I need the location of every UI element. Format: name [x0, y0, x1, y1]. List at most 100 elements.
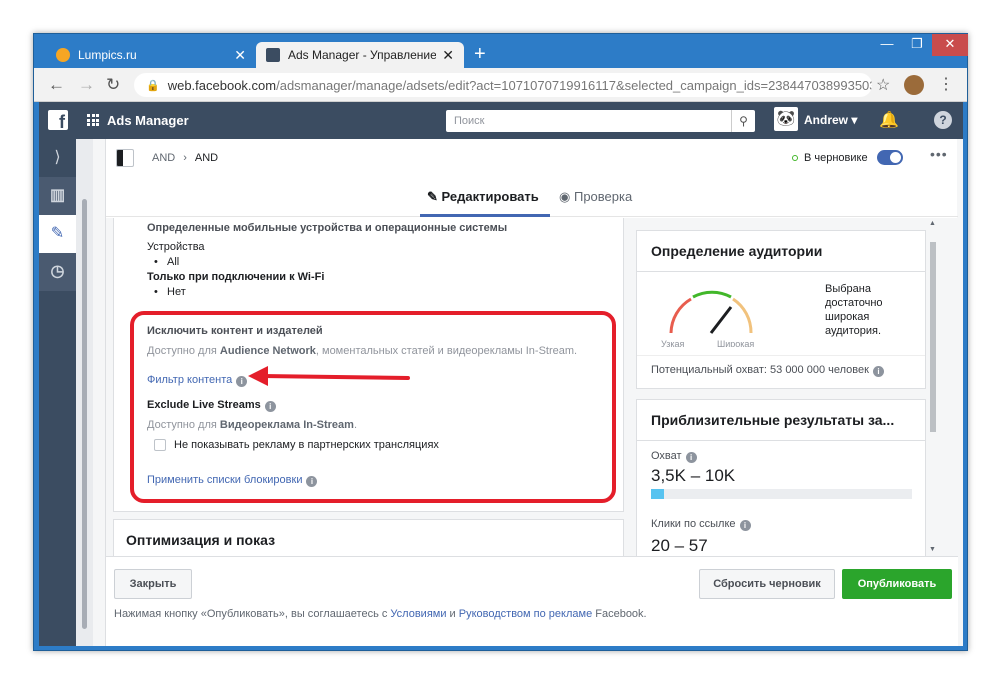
- clicks-label: Клики по ссылке i: [651, 518, 751, 531]
- search-placeholder: Поиск: [454, 115, 485, 127]
- publish-button[interactable]: Опубликовать: [842, 569, 952, 599]
- scroll-thumb[interactable]: [82, 199, 87, 629]
- right-scrollbar[interactable]: ▲ ▼: [926, 218, 940, 556]
- legal-notice: Нажимая кнопку «Опубликовать», вы соглаш…: [114, 608, 647, 620]
- divider: [637, 355, 925, 356]
- minimize-button[interactable]: —: [872, 34, 902, 56]
- user-menu[interactable]: Andrew ▾: [804, 113, 857, 127]
- breadcrumb-campaign[interactable]: AND: [152, 152, 175, 164]
- scroll-up-icon[interactable]: ▲: [929, 220, 936, 227]
- tab-review[interactable]: ◉ Проверка: [559, 189, 632, 205]
- tab-review-label: Проверка: [573, 189, 633, 204]
- legal-prefix: Нажимая кнопку «Опубликовать», вы соглаш…: [114, 608, 391, 620]
- audience-desc-line: аудитория.: [825, 325, 881, 337]
- close-tab-icon[interactable]: ✕: [234, 47, 246, 64]
- close-window-button[interactable]: ✕: [932, 34, 968, 56]
- gauge-yellow-arc: [732, 297, 753, 334]
- audience-definition-card: Определение аудитории Узкая Широкая Выбр…: [636, 230, 926, 389]
- url-domain: web.facebook.com: [167, 77, 277, 93]
- url-field[interactable]: 🔒 web.facebook.com/adsmanager/manage/ads…: [134, 73, 872, 97]
- draft-status-label: В черновике: [804, 152, 868, 164]
- potential-reach-text: Потенциальный охват: 53 000 000 человек: [651, 364, 869, 376]
- browser-tab-ads-manager[interactable]: Ads Manager - Управление рек ✕: [256, 42, 464, 68]
- maximize-button[interactable]: ❐: [902, 34, 932, 56]
- app-name[interactable]: Ads Manager: [107, 113, 189, 128]
- reach-label-text: Охват: [651, 450, 682, 462]
- edit-tabs: ✎ Редактировать ◉ Проверка: [106, 181, 958, 217]
- results-title: Приблизительные результаты за...: [651, 412, 895, 428]
- terms-link[interactable]: Условиями: [390, 608, 446, 620]
- audience-gauge: Узкая Широкая: [661, 290, 754, 347]
- clock-icon[interactable]: ◷: [39, 253, 76, 291]
- tab-edit-label: Редактировать: [441, 189, 539, 204]
- facebook-top-bar: f Ads Manager Поиск ⚲ 🐼 Andrew ▾ 🔔 ?: [39, 102, 963, 139]
- more-options-icon[interactable]: •••: [930, 146, 948, 162]
- tab-edit[interactable]: ✎ Редактировать: [427, 189, 539, 205]
- gauge-green-arc: [692, 290, 732, 299]
- devices-heading: Определенные мобильные устройства и опер…: [147, 222, 508, 234]
- tab-title: Ads Manager - Управление рек: [288, 48, 437, 62]
- pencil-icon[interactable]: ✎: [39, 215, 76, 253]
- legal-and: и: [446, 608, 459, 620]
- browser-tab-lumpics[interactable]: Lumpics.ru ✕: [46, 42, 256, 68]
- tab-strip: Lumpics.ru ✕ Ads Manager - Управление ре…: [34, 34, 968, 68]
- left-scrollbar[interactable]: [76, 139, 93, 646]
- bookmark-star-icon[interactable]: ☆: [876, 75, 890, 95]
- info-icon[interactable]: i: [739, 520, 751, 531]
- active-tab-underline: [420, 214, 550, 217]
- reach-value: 3,5K – 10K: [651, 466, 736, 485]
- forward-icon[interactable]: →: [78, 76, 95, 94]
- audience-title: Определение аудитории: [651, 243, 823, 259]
- reload-icon[interactable]: ↻: [106, 76, 120, 94]
- user-avatar[interactable]: 🐼: [774, 107, 798, 131]
- search-icon[interactable]: ⚲: [731, 110, 755, 132]
- optimization-title: Оптимизация и показ: [126, 532, 276, 548]
- estimated-results-card: Приблизительные результаты за... Охват i …: [636, 399, 926, 556]
- info-icon[interactable]: i: [872, 366, 884, 377]
- divider: [637, 271, 925, 272]
- help-icon[interactable]: ?: [934, 111, 952, 129]
- browser-menu-icon[interactable]: ⋮: [938, 74, 954, 94]
- ads-manager-favicon-icon: [266, 48, 280, 62]
- left-nav: ⟩ ▥ ✎ ◷: [39, 139, 76, 646]
- profile-avatar[interactable]: [904, 75, 924, 95]
- divider: [637, 440, 925, 441]
- adset-toggle[interactable]: [877, 150, 903, 165]
- pencil-icon: ✎: [427, 189, 438, 204]
- devices-value: • All: [154, 256, 180, 268]
- expand-icon[interactable]: ⟩: [39, 139, 76, 177]
- search-input[interactable]: Поиск ⚲: [446, 110, 755, 132]
- notifications-bell-icon[interactable]: 🔔: [879, 110, 899, 130]
- clicks-value: 20 – 57: [651, 536, 708, 555]
- status-dot-icon: [792, 155, 798, 161]
- devices-label: Устройства: [147, 241, 205, 253]
- close-tab-icon[interactable]: ✕: [442, 47, 454, 64]
- reset-draft-button[interactable]: Сбросить черновик: [699, 569, 835, 599]
- ad-guidelines-link[interactable]: Руководством по рекламе: [459, 608, 592, 620]
- gauge-narrow-label: Узкая: [661, 339, 684, 347]
- edit-panel: AND › AND В черновике ••• ✎ Редактироват…: [105, 139, 958, 646]
- chart-icon[interactable]: ▥: [39, 177, 76, 215]
- breadcrumb: AND › AND: [116, 149, 218, 167]
- legal-suffix: Facebook.: [592, 608, 647, 620]
- audience-desc-line: достаточно: [825, 297, 883, 309]
- facebook-logo-icon[interactable]: f: [48, 110, 68, 132]
- wifi-value-text: Нет: [167, 286, 186, 298]
- wifi-label: Только при подключении к Wi-Fi: [147, 271, 325, 283]
- lumpics-favicon-icon: [56, 48, 70, 62]
- reach-progress-fill: [651, 489, 665, 499]
- back-icon[interactable]: ←: [48, 76, 65, 94]
- potential-reach: Потенциальный охват: 53 000 000 человек i: [651, 364, 884, 377]
- audience-desc-line: Выбрана: [825, 283, 871, 295]
- address-bar-row: ← → ↻ 🔒 web.facebook.com/adsmanager/mana…: [34, 68, 967, 102]
- apps-grid-icon[interactable]: [87, 114, 99, 126]
- scroll-down-icon[interactable]: ▼: [929, 546, 936, 553]
- annotation-highlight-box: [130, 311, 616, 503]
- panel-toggle-icon[interactable]: [116, 149, 134, 167]
- new-tab-button[interactable]: +: [474, 44, 486, 64]
- close-button[interactable]: Закрыть: [114, 569, 192, 599]
- user-name: Andrew: [804, 113, 849, 127]
- info-icon[interactable]: i: [685, 452, 697, 463]
- draft-status: В черновике: [792, 152, 868, 164]
- scroll-thumb[interactable]: [930, 242, 936, 432]
